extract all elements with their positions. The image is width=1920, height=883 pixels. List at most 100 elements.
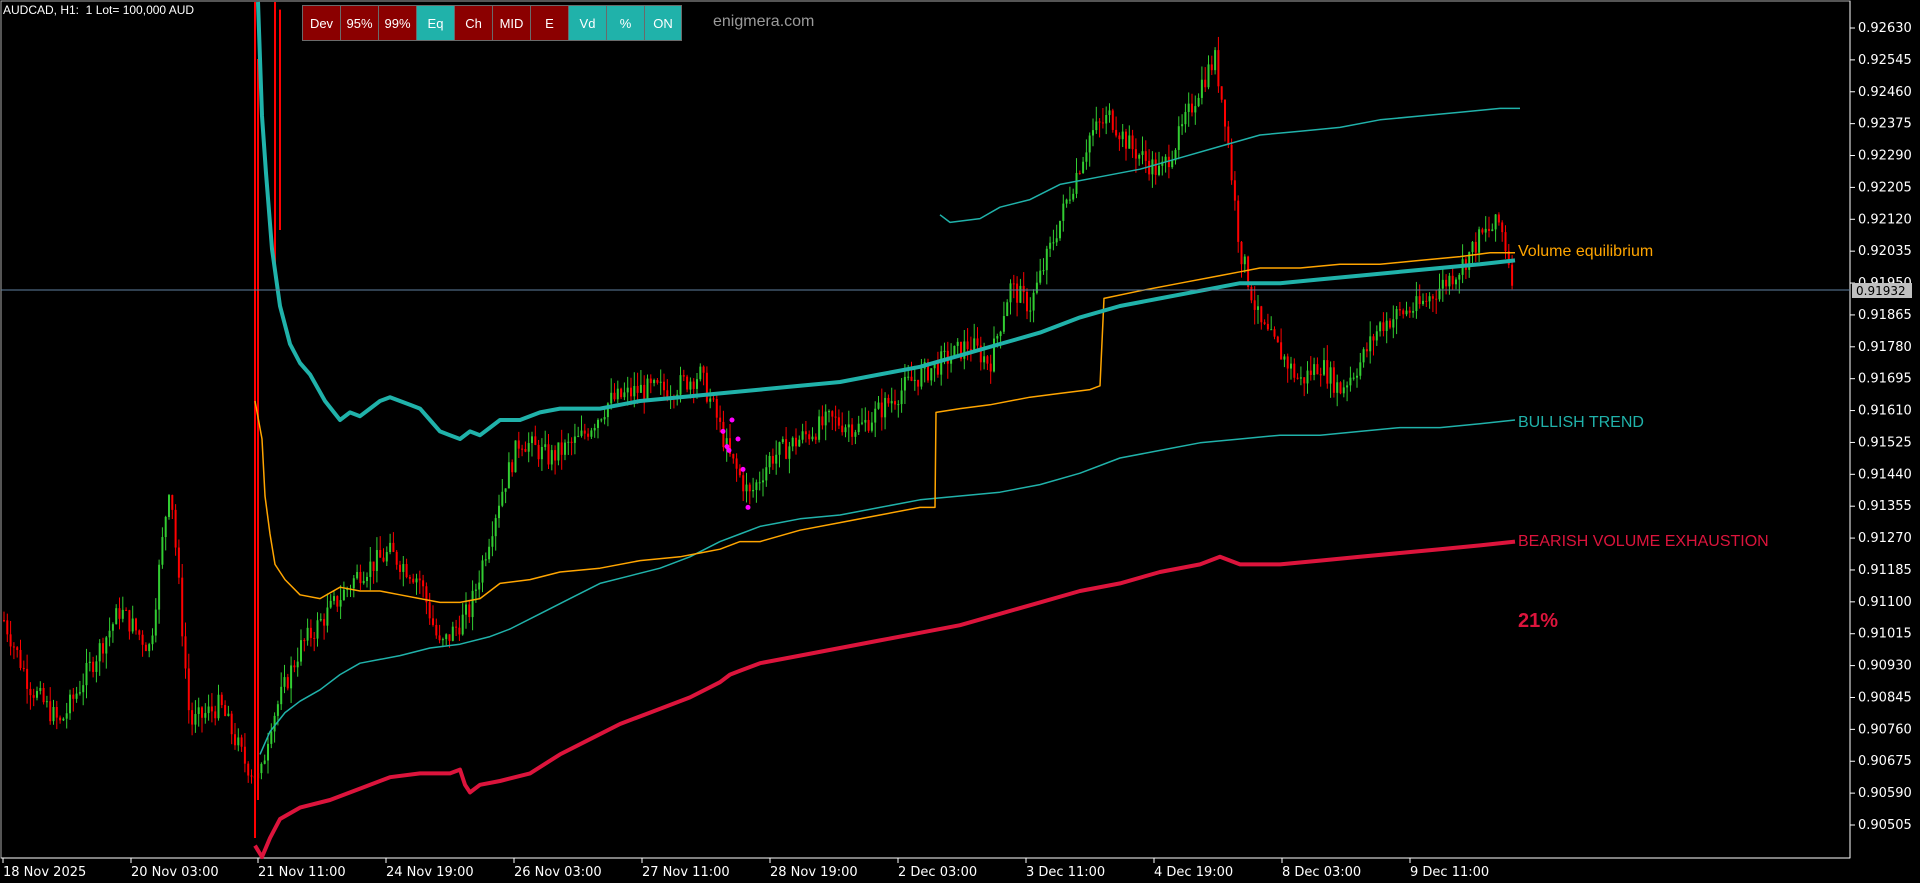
- candle-body: [986, 356, 989, 364]
- candle-body: [824, 411, 827, 426]
- candle-body: [851, 424, 854, 437]
- ch-button[interactable]: Ch: [454, 5, 492, 41]
- x-tick-label: 28 Nov 19:00: [770, 865, 858, 880]
- candle-body: [243, 746, 246, 764]
- y-tick-label: 0.92290: [1858, 149, 1912, 164]
- candle-body: [1389, 320, 1391, 328]
- candle-body: [814, 436, 817, 440]
- candle-body: [1491, 229, 1494, 232]
- y-tick-label: 0.92035: [1858, 244, 1912, 259]
- x-tick-label: 4 Dec 19:00: [1154, 865, 1233, 880]
- candle-body: [517, 440, 520, 449]
- candle-body: [174, 509, 177, 548]
- candle-body: [161, 537, 164, 565]
- candle-body: [1118, 135, 1121, 140]
- candle-body: [999, 331, 1002, 337]
- candle-body: [3, 620, 5, 622]
- candle-body: [88, 661, 91, 663]
- price-chart[interactable]: 0.92630 0.92545 0.92460 0.92375 0.92290 0.922…: [0, 0, 1920, 883]
- candle-body: [870, 422, 873, 431]
- candle-body: [943, 350, 946, 352]
- candle-body: [1422, 300, 1424, 305]
- 99-percent-button[interactable]: 99%: [378, 5, 416, 41]
- candle-body: [6, 620, 9, 635]
- candle-body: [135, 618, 137, 631]
- candle-body: [1088, 135, 1091, 153]
- candle-body: [610, 392, 613, 404]
- candle-body: [732, 453, 735, 459]
- on-button[interactable]: ON: [644, 5, 682, 41]
- candle-body: [831, 411, 834, 417]
- candle-body: [1101, 122, 1104, 124]
- candle-body: [1105, 115, 1108, 124]
- candle-body: [702, 366, 705, 373]
- candle-body: [1488, 228, 1490, 232]
- candle-body: [210, 706, 213, 712]
- candle-body: [1019, 285, 1022, 303]
- exhaustion-line: [253, 539, 1516, 859]
- candle-body: [501, 491, 504, 506]
- candle-body: [1171, 160, 1174, 168]
- y-tick-label: 0.91440: [1858, 467, 1912, 482]
- vd-button[interactable]: Vd: [568, 5, 606, 41]
- candle-body: [828, 411, 830, 413]
- mid-button[interactable]: MID: [492, 5, 530, 41]
- candle-body: [507, 462, 510, 489]
- candle-body: [267, 743, 269, 761]
- candle-body: [913, 379, 916, 381]
- candle-body: [276, 704, 279, 716]
- candle-body: [722, 421, 725, 448]
- candle-body: [821, 416, 824, 426]
- candle-body: [220, 694, 223, 706]
- candle-body: [1049, 242, 1052, 249]
- candle-body: [1039, 270, 1042, 283]
- candle-body: [448, 634, 451, 641]
- candle-body: [593, 427, 596, 431]
- y-tick-label: 0.91270: [1858, 531, 1912, 546]
- 95-percent-button[interactable]: 95%: [340, 5, 378, 41]
- candle-body: [557, 442, 560, 461]
- candle-body: [1197, 97, 1200, 107]
- candle-body: [1316, 364, 1319, 375]
- candle-body: [204, 713, 207, 718]
- candle-body: [491, 536, 494, 547]
- percent-button[interactable]: %: [606, 5, 644, 41]
- candle-body: [125, 609, 128, 611]
- candle-body: [392, 542, 395, 552]
- candle-body: [1431, 296, 1434, 299]
- y-tick-label: 0.91780: [1858, 340, 1912, 355]
- candle-body: [1375, 331, 1378, 341]
- candle-body: [128, 610, 131, 632]
- candle-body: [102, 643, 104, 654]
- candle-body: [804, 431, 807, 435]
- candle-body: [715, 399, 718, 418]
- candle-body: [306, 627, 309, 641]
- candle-body: [1395, 309, 1398, 320]
- candle-body: [458, 627, 461, 635]
- candle-body: [1230, 144, 1233, 181]
- candle-body: [1405, 310, 1408, 315]
- candle-body: [108, 630, 111, 638]
- candle-body: [45, 701, 48, 703]
- candle-body: [1062, 203, 1065, 221]
- candle-body: [752, 489, 755, 492]
- candle-body: [111, 624, 114, 631]
- candle-body: [1448, 275, 1451, 287]
- candle-body: [1398, 309, 1401, 311]
- eq-button[interactable]: Eq: [416, 5, 454, 41]
- candle-body: [1441, 279, 1444, 289]
- candle-body: [36, 690, 38, 698]
- dev-button[interactable]: Dev: [302, 5, 340, 41]
- candle-body: [1299, 377, 1302, 379]
- e-button[interactable]: E: [530, 5, 568, 41]
- candle-body: [1481, 229, 1484, 233]
- candle-body: [280, 686, 283, 705]
- candle-body: [227, 713, 230, 716]
- candle-body: [920, 368, 923, 387]
- candle-body: [910, 376, 913, 381]
- candle-body: [1326, 360, 1329, 384]
- candle-body: [1243, 256, 1246, 265]
- candle-body: [1286, 356, 1289, 369]
- candle-body: [808, 434, 811, 440]
- candle-body: [197, 707, 200, 715]
